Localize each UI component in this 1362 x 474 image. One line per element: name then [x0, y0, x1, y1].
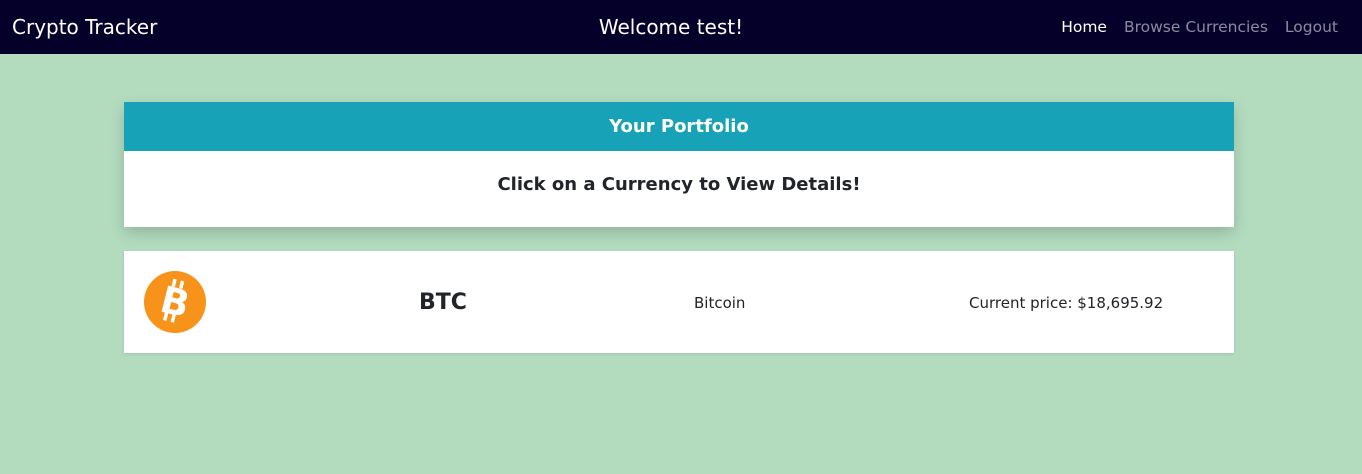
portfolio-card: Your Portfolio Click on a Currency to Vi… — [124, 102, 1234, 227]
currency-row-btc[interactable]: B BTC Bitcoin Current price: $18,695.92 — [124, 251, 1234, 353]
portfolio-instruction: Click on a Currency to View Details! — [497, 174, 861, 195]
nav-link-home[interactable]: Home — [1061, 17, 1107, 37]
bitcoin-logo-icon: B — [144, 271, 206, 333]
currency-name: Bitcoin — [694, 294, 746, 312]
currency-price: Current price: $18,695.92 — [969, 294, 1164, 312]
currency-symbol: BTC — [419, 290, 467, 315]
brand-link[interactable]: Crypto Tracker — [12, 14, 157, 40]
nav-link-browse-currencies[interactable]: Browse Currencies — [1124, 17, 1268, 37]
top-navbar: Crypto Tracker Welcome test! Home Browse… — [0, 0, 1362, 54]
nav-link-logout[interactable]: Logout — [1285, 17, 1338, 37]
portfolio-title: Your Portfolio — [124, 102, 1234, 151]
nav-links: Home Browse Currencies Logout — [1061, 17, 1338, 37]
